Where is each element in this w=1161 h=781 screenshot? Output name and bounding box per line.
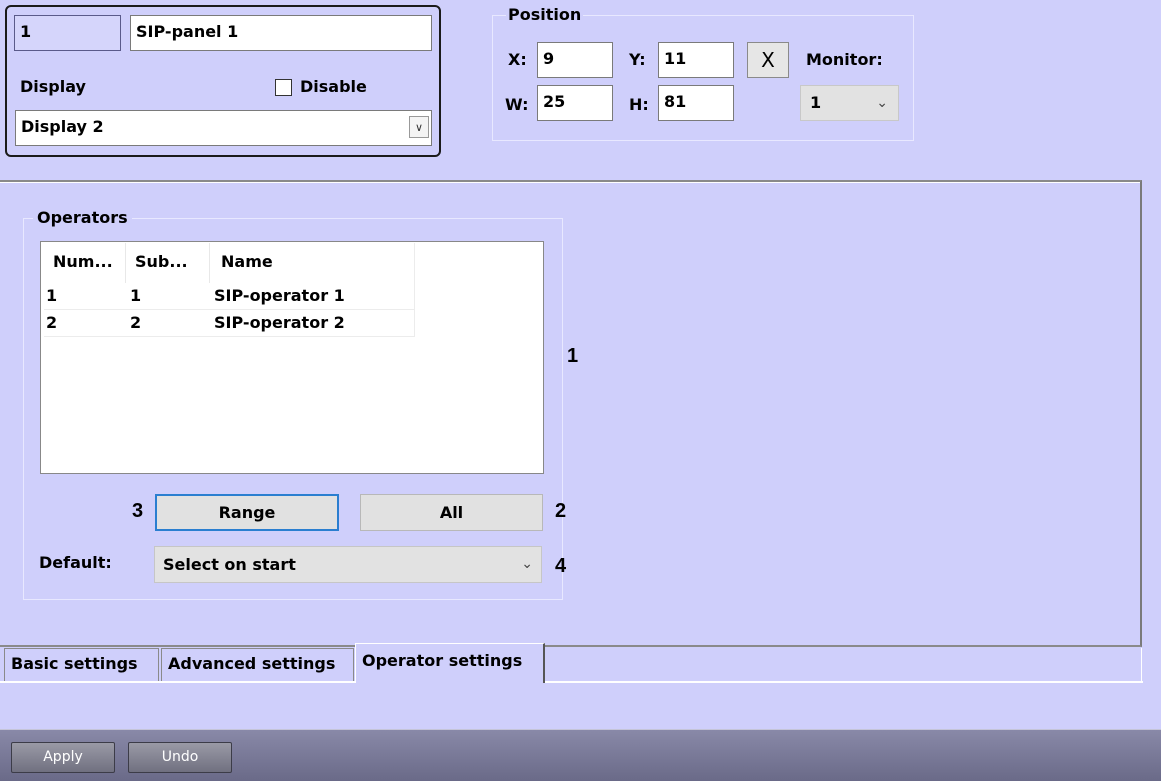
table-row[interactable]: 1 1 SIP-operator 1 — [44, 284, 414, 309]
tab-advanced-settings[interactable]: Advanced settings — [161, 648, 354, 681]
tab-strip-filler — [546, 648, 1142, 681]
column-divider — [125, 243, 126, 283]
callout-1: 1 — [567, 345, 579, 367]
position-title: Position — [506, 5, 584, 24]
x-label: X: — [508, 50, 527, 69]
monitor-select[interactable]: 1 ⌄ — [800, 85, 899, 121]
row-divider — [44, 336, 414, 337]
column-header-sub[interactable]: Sub... — [135, 252, 188, 271]
row-divider — [44, 309, 414, 310]
y-label: Y: — [629, 50, 646, 69]
frame-highlight — [0, 182, 1140, 183]
row-sub: 1 — [130, 286, 142, 305]
callout-3: 3 — [132, 500, 144, 522]
monitor-label: Monitor: — [806, 50, 883, 69]
disable-label: Disable — [300, 77, 367, 96]
object-number-field[interactable]: 1 — [14, 15, 121, 51]
tab-strip-line — [0, 681, 1143, 683]
undo-button[interactable]: Undo — [128, 742, 232, 773]
h-input[interactable]: 81 — [658, 85, 734, 121]
apply-button[interactable]: Apply — [11, 742, 115, 773]
operators-title: Operators — [33, 208, 132, 227]
chevron-down-icon[interactable]: ∨ — [409, 116, 429, 138]
w-input[interactable]: 25 — [537, 85, 613, 121]
all-button[interactable]: All — [360, 494, 543, 531]
default-select[interactable]: Select on start ⌄ — [154, 546, 542, 583]
row-number: 2 — [46, 313, 58, 332]
disable-checkbox[interactable] — [275, 79, 292, 96]
row-name: SIP-operator 2 — [214, 313, 345, 332]
chevron-down-icon: ⌄ — [521, 556, 533, 572]
tab-operator-settings[interactable]: Operator settings — [355, 643, 545, 683]
row-name: SIP-operator 1 — [214, 286, 345, 305]
default-label: Default: — [39, 553, 112, 572]
default-select-value: Select on start — [163, 555, 296, 574]
position-group — [492, 15, 914, 141]
h-label: H: — [629, 95, 649, 114]
row-number: 1 — [46, 286, 58, 305]
table-row[interactable]: 2 2 SIP-operator 2 — [44, 311, 414, 336]
x-input[interactable]: 9 — [537, 42, 613, 78]
range-button[interactable]: Range — [155, 494, 339, 531]
operators-list[interactable] — [40, 241, 544, 474]
y-input[interactable]: 11 — [658, 42, 734, 78]
display-select[interactable]: Display 2 ∨ — [15, 110, 432, 146]
w-label: W: — [505, 95, 529, 114]
column-header-number[interactable]: Num... — [53, 252, 113, 271]
tab-basic-settings[interactable]: Basic settings — [4, 648, 159, 681]
reset-position-button[interactable]: X — [747, 42, 789, 78]
object-name-field[interactable]: SIP-panel 1 — [130, 15, 432, 51]
row-sub: 2 — [130, 313, 142, 332]
chevron-down-icon: ⌄ — [876, 95, 888, 111]
column-divider — [414, 243, 415, 337]
column-header-name[interactable]: Name — [221, 252, 273, 271]
callout-4: 4 — [555, 555, 567, 577]
display-select-value: Display 2 — [21, 117, 104, 136]
monitor-select-value: 1 — [810, 93, 822, 112]
callout-2: 2 — [555, 500, 567, 522]
column-divider — [209, 243, 210, 283]
display-label: Display — [20, 77, 86, 96]
